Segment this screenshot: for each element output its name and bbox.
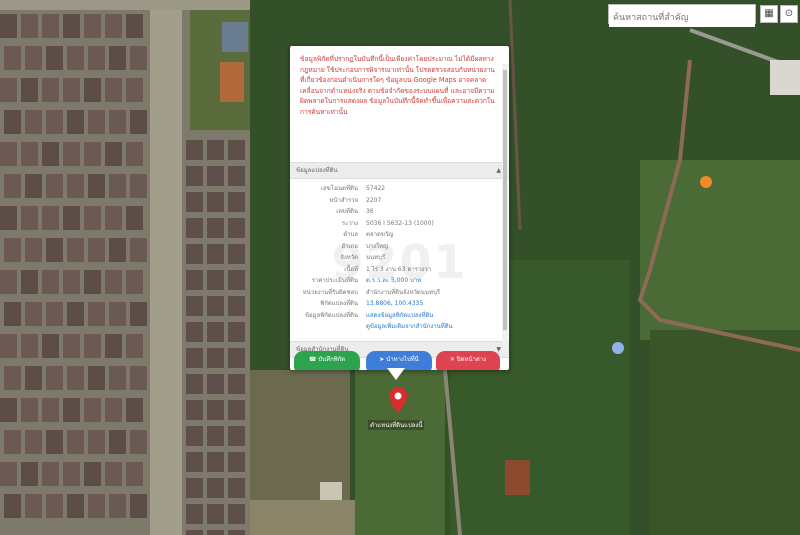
caret-up-icon: ▲ <box>496 167 501 174</box>
disclaimer-text: ข้อมูลพิกัดที่ปรากฏในบันทึกนี้เป็นเพียงค… <box>300 55 495 116</box>
search-input[interactable] <box>609 9 755 27</box>
parcel-row: อำเภอ บางใหญ่ <box>290 241 509 253</box>
parcel-row-key: ราคาประเมินที่ดิน <box>311 277 358 284</box>
parcel-row-link[interactable]: 13.8806, 100.4335 <box>366 298 423 310</box>
parcel-row-link[interactable]: แสดงข้อมูลพิกัดแปลงที่ดิน <box>366 310 433 322</box>
parcel-row-value: 5036 I 5632-13 (1000) <box>366 219 434 227</box>
parcel-row-key: เลขโฉนดที่ดิน <box>320 185 358 192</box>
save-location-button[interactable]: ☎ บันทึกพิกัด <box>294 351 360 370</box>
close-popup-label: ปิดหน้าต่าง <box>456 356 487 363</box>
navigate-label: นำทางไปที่นี่ <box>386 356 419 363</box>
parcel-row: เนื้อที่ 1 ไร่ 3 งาน 63 ตารางวา <box>290 264 509 276</box>
grid-icon[interactable]: ▦ <box>760 5 778 23</box>
parcel-row: ข้อมูลพิกัดแปลงที่ดิน แสดงข้อมูลพิกัดแปลง… <box>290 310 509 322</box>
parcel-section-header[interactable]: ข้อมูลแปลงที่ดิน ▲ <box>290 162 509 179</box>
parcel-row-key: หน้าสำรวจ <box>329 196 358 204</box>
parcel-row-value: ตลาดขวัญ <box>366 231 394 238</box>
save-location-label: บันทึกพิกัด <box>318 356 346 363</box>
parcel-row: ระวาง 5036 I 5632-13 (1000) <box>290 218 509 230</box>
parcel-row-key: ข้อมูลพิกัดแปลงที่ดิน <box>304 311 358 319</box>
parcel-row: ราคาประเมินที่ดิน ต.ร.ว.ละ 5,000 บาท <box>290 275 509 287</box>
popup-pointer <box>387 368 405 380</box>
parcel-details: 9201 เลขโฉนดที่ดิน 57422 หน้าสำรวจ 2207 เลขท… <box>290 179 509 341</box>
marker-icon[interactable]: ⊙ <box>780 5 798 23</box>
parcel-row: ดูข้อมูลเพิ่มเติมจากสำนักงานที่ดิน <box>290 321 509 333</box>
parcel-row: หน้าสำรวจ 2207 <box>290 195 509 207</box>
parcel-row: เลขโฉนดที่ดิน 57422 <box>290 183 509 195</box>
parcel-row-key: เนื้อที่ <box>344 265 358 273</box>
parcel-row-value: นนทบุรี <box>366 254 386 261</box>
parcel-row-key: ระวาง <box>341 219 358 227</box>
parcel-row: จังหวัด นนทบุรี <box>290 252 509 264</box>
parcel-row-value: บางใหญ่ <box>366 242 389 250</box>
parcel-row-value: สำนักงานที่ดินจังหวัดนนทบุรี <box>366 288 440 296</box>
parcel-row-key: อำเภอ <box>341 242 358 250</box>
popup-actions: ☎ บันทึกพิกัด ➤ นำทางไปที่นี่ ✕ ปิดหน้าต… <box>290 349 509 370</box>
parcel-row: เลขที่ดิน 36 <box>290 206 509 218</box>
parcel-row: ตำบล ตลาดขวัญ <box>290 229 509 241</box>
parcel-row-link[interactable]: ต.ร.ว.ละ 5,000 บาท <box>366 275 421 287</box>
parcel-row: พิกัดแปลงที่ดิน 13.8806, 100.4335 <box>290 298 509 310</box>
parcel-row-key: ตำบล <box>343 231 358 238</box>
parcel-row-value: 36 <box>366 208 374 215</box>
parcel-row-link[interactable]: ดูข้อมูลเพิ่มเติมจากสำนักงานที่ดิน <box>366 321 453 333</box>
parcel-row-key: พิกัดแปลงที่ดิน <box>320 300 358 307</box>
parcel-row-value: 2207 <box>366 196 382 204</box>
marker-label: ตำแหน่งที่ดินแปลงนี้ <box>368 420 425 430</box>
map-pin-icon[interactable] <box>389 387 407 413</box>
popup-scrollbar[interactable] <box>502 64 508 354</box>
parcel-row-value: 57422 <box>366 185 386 192</box>
parcel-section-title: ข้อมูลแปลงที่ดิน <box>296 167 338 174</box>
parcel-row: หน่วยงานที่รับผิดชอบ สำนักงานที่ดินจังหวั… <box>290 287 509 299</box>
parcel-info-popup: ข้อมูลพิกัดที่ปรากฏในบันทึกนี้เป็นเพียงค… <box>290 46 509 370</box>
close-popup-button[interactable]: ✕ ปิดหน้าต่าง <box>436 351 500 370</box>
scroll-thumb[interactable] <box>503 70 507 330</box>
parcel-row-key: หน่วยงานที่รับผิดชอบ <box>302 288 358 296</box>
parcel-row-key: จังหวัด <box>340 254 358 261</box>
parcel-row-key: เลขที่ดิน <box>336 208 358 215</box>
place-search-box[interactable] <box>608 4 756 27</box>
parcel-row-value: 1 ไร่ 3 งาน 63 ตารางวา <box>366 265 431 273</box>
